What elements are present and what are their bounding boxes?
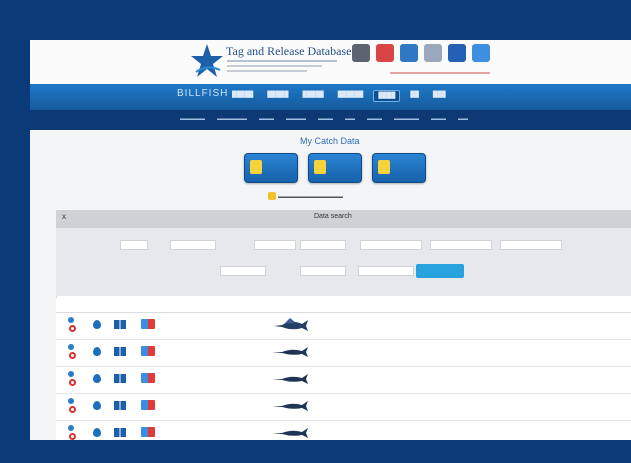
nav-item[interactable]: ██████ xyxy=(334,90,368,102)
nav-item[interactable]: ██ xyxy=(406,90,423,102)
navbar-brand[interactable]: BILLFISH xyxy=(177,88,228,99)
filter-input[interactable] xyxy=(220,266,266,276)
nav-item[interactable]: █████ xyxy=(299,90,328,102)
sailfish-icon xyxy=(274,318,308,331)
site-logo-star-icon[interactable] xyxy=(190,42,224,82)
partner-logo-icon[interactable] xyxy=(424,44,442,62)
dollar-icon xyxy=(314,160,326,174)
marlin-icon xyxy=(272,347,308,357)
tag-icon[interactable] xyxy=(68,317,74,323)
subnav-item[interactable]: ▬▬ xyxy=(345,116,355,122)
partner-logo-icon[interactable] xyxy=(376,44,394,62)
site-title: Tag and Release Database xyxy=(226,44,352,58)
site-subtitle-line xyxy=(227,70,307,72)
results-table-header xyxy=(56,298,631,313)
partner-logo-icon[interactable] xyxy=(400,44,418,62)
marlin-icon xyxy=(272,428,308,438)
delete-icon[interactable] xyxy=(69,406,76,413)
filter-input[interactable] xyxy=(360,240,422,250)
secondary-nav-items: ▬▬▬▬▬ ▬▬▬▬▬▬ ▬▬▬ ▬▬▬▬ ▬▬▬ ▬▬ ▬▬▬ ▬▬▬▬▬ ▬… xyxy=(180,116,468,122)
marlin-icon xyxy=(272,401,308,411)
subnav-item[interactable]: ▬▬▬ xyxy=(367,116,382,122)
filter-input[interactable] xyxy=(300,266,346,276)
filter-input[interactable] xyxy=(120,240,148,250)
tag-icon[interactable] xyxy=(68,371,74,377)
partner-logo-icon[interactable] xyxy=(472,44,490,62)
add-catch-button[interactable] xyxy=(244,153,298,183)
filter-input[interactable] xyxy=(358,266,414,276)
subnav-item[interactable]: ▬▬▬▬▬ xyxy=(394,116,419,122)
document-icon[interactable] xyxy=(114,401,126,410)
search-filters xyxy=(56,228,631,296)
subnav-item[interactable]: ▬▬▬▬ xyxy=(286,116,306,122)
card-icon[interactable] xyxy=(141,373,155,383)
tag-icon xyxy=(378,160,390,174)
filter-input[interactable] xyxy=(500,240,562,250)
drop-icon[interactable] xyxy=(93,401,101,410)
dollar-icon xyxy=(250,160,262,174)
header-red-line xyxy=(390,72,490,74)
drop-icon[interactable] xyxy=(93,320,101,329)
help-note: ▬▬▬▬▬▬▬▬▬▬▬▬▬ xyxy=(278,194,343,200)
subnav-item[interactable]: ▬▬▬ xyxy=(259,116,274,122)
action-buttons xyxy=(244,153,426,183)
filter-input[interactable] xyxy=(170,240,216,250)
subnav-item[interactable]: ▬▬▬ xyxy=(318,116,333,122)
subnav-item[interactable]: ▬▬▬ xyxy=(431,116,446,122)
nav-item-active[interactable]: ████ xyxy=(373,90,401,102)
drop-icon[interactable] xyxy=(93,347,101,356)
tag-icon[interactable] xyxy=(68,344,74,350)
card-icon[interactable] xyxy=(141,346,155,356)
delete-icon[interactable] xyxy=(69,352,76,359)
info-icon xyxy=(268,192,276,200)
site-subtitle-line xyxy=(227,65,322,67)
nav-item[interactable]: █████ xyxy=(263,90,292,102)
marlin-icon xyxy=(272,374,308,384)
browser-viewport: Tag and Release Database BILLFISH █████ … xyxy=(30,40,631,440)
site-subtitle-line xyxy=(227,60,337,62)
partner-logos xyxy=(352,44,490,66)
tags-button[interactable] xyxy=(372,153,426,183)
subnav-item[interactable]: ▬▬▬▬▬ xyxy=(180,116,205,122)
nav-item[interactable]: █████ xyxy=(228,90,257,102)
search-button[interactable] xyxy=(416,264,464,278)
filter-input[interactable] xyxy=(430,240,492,250)
panel-collapse-button[interactable]: x xyxy=(62,212,66,221)
subnav-item[interactable]: ▬▬ xyxy=(458,116,468,122)
main-nav-items: █████ █████ █████ ██████ ████ ██ ███ xyxy=(228,90,450,102)
partner-logo-icon[interactable] xyxy=(448,44,466,62)
subnav-item[interactable]: ▬▬▬▬▬▬ xyxy=(217,116,247,122)
catch-data-button[interactable] xyxy=(308,153,362,183)
document-icon[interactable] xyxy=(114,428,126,437)
partner-logo-icon[interactable] xyxy=(352,44,370,62)
card-icon[interactable] xyxy=(141,427,155,437)
page-title: My Catch Data xyxy=(300,136,360,146)
drop-icon[interactable] xyxy=(93,428,101,437)
delete-icon[interactable] xyxy=(69,325,76,332)
document-icon[interactable] xyxy=(114,347,126,356)
tag-icon[interactable] xyxy=(68,425,74,431)
filter-input[interactable] xyxy=(300,240,346,250)
drop-icon[interactable] xyxy=(93,374,101,383)
card-icon[interactable] xyxy=(141,319,155,329)
tag-icon[interactable] xyxy=(68,398,74,404)
panel-title: Data search xyxy=(314,213,352,220)
filter-select[interactable] xyxy=(254,240,296,250)
delete-icon[interactable] xyxy=(69,433,76,440)
card-icon[interactable] xyxy=(141,400,155,410)
nav-item[interactable]: ███ xyxy=(429,90,450,102)
document-icon[interactable] xyxy=(114,374,126,383)
document-icon[interactable] xyxy=(114,320,126,329)
delete-icon[interactable] xyxy=(69,379,76,386)
